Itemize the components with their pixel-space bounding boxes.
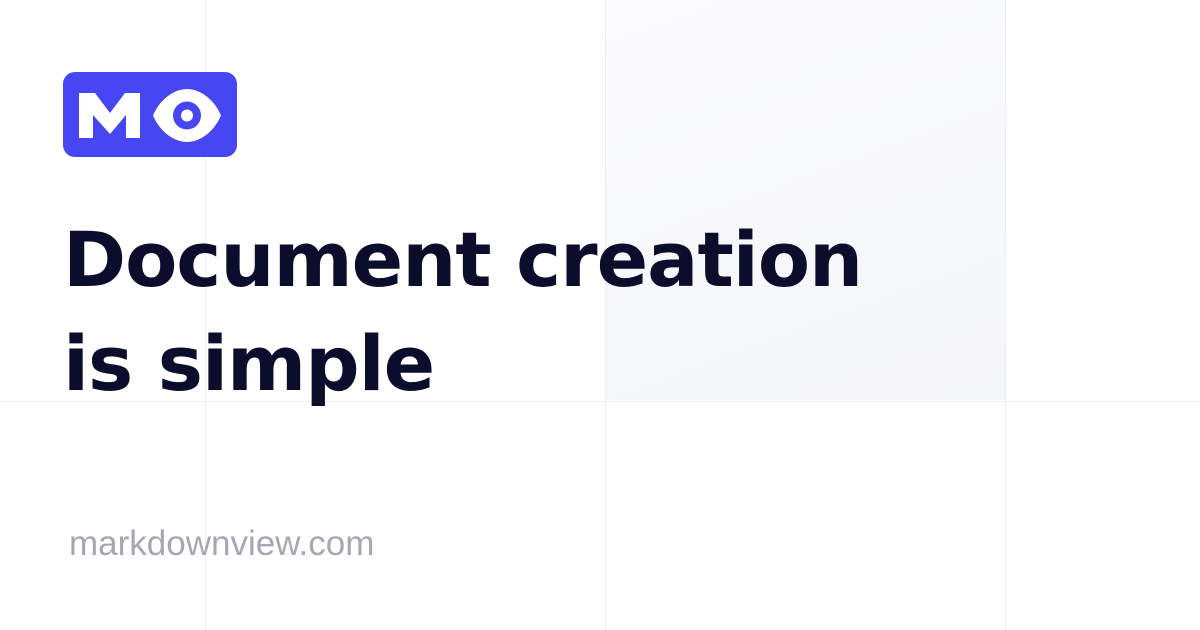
headline: Document creation is simple bbox=[63, 208, 863, 416]
headline-line-2: is simple bbox=[63, 319, 435, 408]
grid-line bbox=[1005, 0, 1006, 630]
site-domain: markdownview.com bbox=[69, 524, 375, 563]
headline-line-1: Document creation bbox=[63, 215, 863, 304]
social-card: Document creation is simple markdownview… bbox=[0, 0, 1200, 630]
brand-logo-icon bbox=[63, 72, 237, 157]
